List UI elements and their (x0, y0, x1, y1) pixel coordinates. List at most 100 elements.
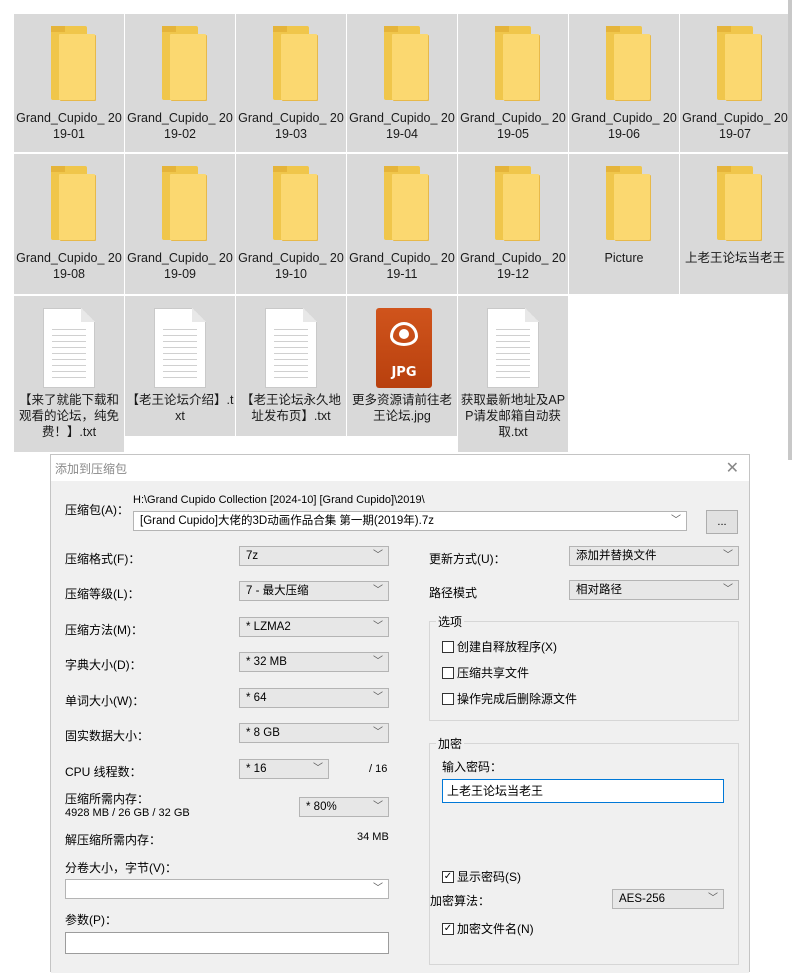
update-select[interactable]: 添加并替换文件 ﹀ (569, 546, 739, 566)
folder-item[interactable]: Grand_Cupido_ 2019-07 (680, 14, 790, 152)
options-title: 选项 (436, 613, 465, 630)
folder-item[interactable]: Grand_Cupido_ 2019-09 (125, 154, 235, 294)
solid-select[interactable]: * 8 GB ﹀ (239, 723, 389, 743)
dict-label: 字典大小(D)： (65, 658, 142, 672)
password-input[interactable]: 上老王论坛当老王 (442, 779, 724, 803)
file-explorer: Grand_Cupido_ 2019-01 Grand_Cupido_ 2019-… (0, 0, 800, 460)
folder-item[interactable]: Grand_Cupido_ 2019-11 (347, 154, 457, 294)
folder-icon (366, 26, 438, 106)
file-name-label: Grand_Cupido_ 2019-07 (682, 111, 788, 141)
image-file-item[interactable]: JPG 更多资源请前往老王论坛.jpg (347, 296, 457, 436)
delete-checkbox[interactable]: 操作完成后删除源文件 (442, 690, 577, 707)
add-to-archive-dialog: 添加到压缩包 ✕ 压缩包(A)： H:\Grand Cupido Collect… (50, 454, 750, 973)
solid-value: * 8 GB (246, 727, 280, 739)
folder-icon (588, 26, 660, 106)
archive-label: 压缩包(A)： (65, 503, 129, 517)
cpu-select[interactable]: * 16 ﹀ (239, 759, 329, 779)
text-file-item[interactable]: 【老王论坛介绍】.txt (125, 296, 235, 436)
chevron-down-icon: ﹀ (373, 727, 383, 738)
text-file-item[interactable]: 【来了就能下载和观看的论坛，纯免费！】.txt (14, 296, 124, 452)
text-document-icon (144, 308, 216, 388)
chevron-down-icon: ﹀ (373, 801, 383, 812)
file-name-label: Picture (604, 251, 644, 265)
delete-label: 操作完成后删除源文件 (457, 692, 578, 706)
sfx-label: 创建自释放程序(X) (457, 640, 557, 654)
archive-name-combo[interactable]: [Grand Cupido]大佬的3D动画作品合集 第一期(2019年).7z … (133, 511, 687, 531)
folder-item[interactable]: Grand_Cupido_ 2019-05 (458, 14, 568, 152)
folder-icon (366, 166, 438, 246)
file-name-label: Grand_Cupido_ 2019-03 (238, 111, 344, 141)
enc-method-select[interactable]: AES-256 ﹀ (612, 889, 724, 909)
folder-icon (699, 166, 771, 246)
encrypt-names-checkbox[interactable]: ✓ 加密文件名(N) (442, 920, 534, 937)
file-name-label: Grand_Cupido_ 2019-06 (571, 111, 677, 141)
solid-label: 固实数据大小： (65, 729, 150, 743)
file-name-label: 获取最新地址及APP请发邮箱自动获取.txt (460, 393, 566, 439)
folder-item[interactable]: Grand_Cupido_ 2019-02 (125, 14, 235, 152)
folder-item[interactable]: Grand_Cupido_ 2019-08 (14, 154, 124, 294)
chevron-down-icon: ﹀ (373, 692, 383, 703)
word-value: * 64 (246, 692, 267, 704)
folder-icon (255, 26, 327, 106)
dialog-body: 压缩包(A)： H:\Grand Cupido Collection [2024… (51, 481, 749, 973)
text-document-icon (477, 308, 549, 388)
folder-icon (33, 166, 105, 246)
text-file-item[interactable]: 获取最新地址及APP请发邮箱自动获取.txt (458, 296, 568, 452)
chevron-down-icon: ﹀ (373, 883, 383, 894)
path-value: 相对路径 (576, 584, 622, 596)
folder-item[interactable]: Grand_Cupido_ 2019-06 (569, 14, 679, 152)
update-value: 添加并替换文件 (576, 550, 657, 562)
file-name-label: 【老王论坛介绍】.txt (126, 393, 234, 423)
file-name-label: Grand_Cupido_ 2019-02 (127, 111, 233, 141)
file-name-label: Grand_Cupido_ 2019-09 (127, 251, 233, 281)
chevron-down-icon: ﹀ (723, 550, 733, 561)
mem-select[interactable]: * 80% ﹀ (299, 797, 389, 817)
method-label: 压缩方法(M)： (65, 623, 143, 637)
folder-icon (477, 166, 549, 246)
shared-label: 压缩共享文件 (457, 666, 530, 680)
folder-item[interactable]: Grand_Cupido_ 2019-10 (236, 154, 346, 294)
path-label: 路径模式 (429, 586, 478, 600)
shared-checkbox[interactable]: 压缩共享文件 (442, 664, 529, 681)
file-name-label: Grand_Cupido_ 2019-10 (238, 251, 344, 281)
close-icon[interactable]: ✕ (726, 458, 739, 478)
path-select[interactable]: 相对路径 ﹀ (569, 580, 739, 600)
show-password-checkbox[interactable]: ✓ 显示密码(S) (442, 868, 521, 885)
check-icon: ✓ (442, 870, 454, 883)
volume-label: 分卷大小，字节(V)： (65, 861, 177, 875)
cpu-value: * 16 (246, 763, 267, 775)
folder-item[interactable]: 上老王论坛当老王 (680, 154, 790, 294)
chevron-down-icon: ﹀ (373, 585, 383, 596)
scrollbar[interactable] (788, 0, 792, 460)
text-document-icon (33, 308, 105, 388)
sfx-checkbox[interactable]: 创建自释放程序(X) (442, 638, 557, 655)
browse-button[interactable]: ... (706, 510, 738, 534)
chevron-down-icon: ﹀ (373, 621, 383, 632)
volume-combo[interactable]: ﹀ (65, 879, 389, 899)
format-value: 7z (246, 550, 259, 562)
folder-item[interactable]: Grand_Cupido_ 2019-03 (236, 14, 346, 152)
folder-item[interactable]: Grand_Cupido_ 2019-04 (347, 14, 457, 152)
method-select[interactable]: * LZMA2 ﹀ (239, 617, 389, 637)
folder-icon (699, 26, 771, 106)
chevron-down-icon: ﹀ (708, 893, 718, 904)
dialog-title: 添加到压缩包 (55, 462, 128, 476)
folder-item[interactable]: Picture (569, 154, 679, 294)
folder-icon (255, 166, 327, 246)
text-file-item[interactable]: 【老王论坛永久地址发布页】.txt (236, 296, 346, 436)
dict-select[interactable]: * 32 MB ﹀ (239, 652, 389, 672)
file-name-label: Grand_Cupido_ 2019-01 (16, 111, 122, 141)
chevron-down-icon: ﹀ (313, 763, 323, 774)
folder-icon (477, 26, 549, 106)
level-label: 压缩等级(L)： (65, 587, 140, 601)
format-select[interactable]: 7z ﹀ (239, 546, 389, 566)
folder-item[interactable]: Grand_Cupido_ 2019-01 (14, 14, 124, 152)
folder-item[interactable]: Grand_Cupido_ 2019-12 (458, 154, 568, 294)
encrypt-names-label: 加密文件名(N) (457, 922, 534, 936)
params-label: 参数(P)： (65, 913, 117, 927)
word-select[interactable]: * 64 ﹀ (239, 688, 389, 708)
file-name-label: 【老王论坛永久地址发布页】.txt (240, 393, 341, 423)
enc-method-label: 加密算法： (430, 894, 491, 908)
params-input[interactable] (65, 932, 389, 954)
level-select[interactable]: 7 - 最大压缩 ﹀ (239, 581, 389, 601)
